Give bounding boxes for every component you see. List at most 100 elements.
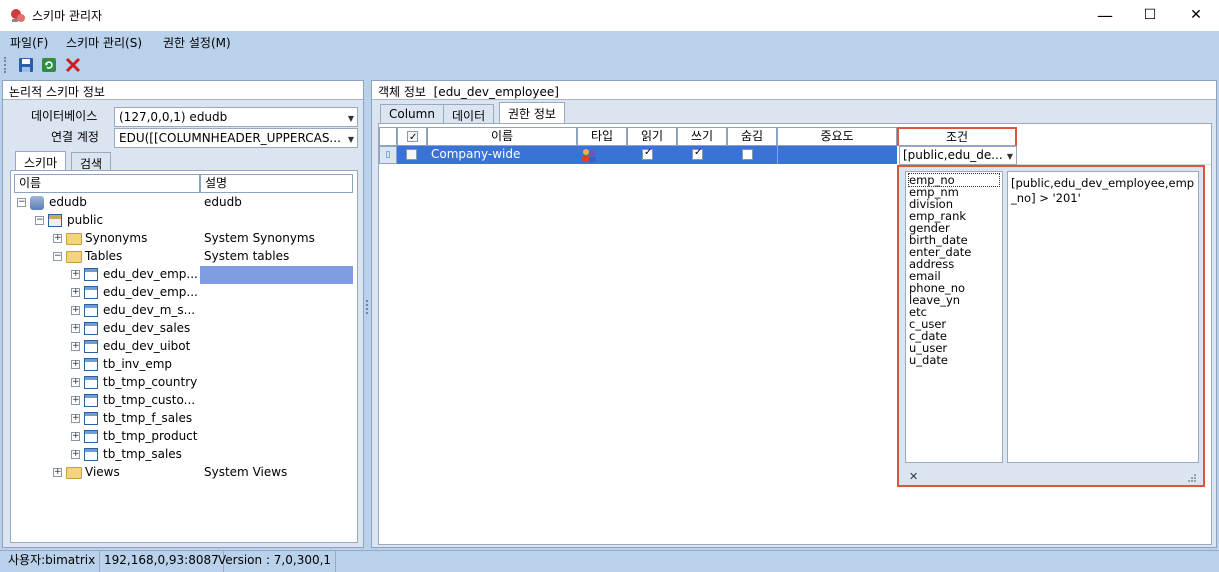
write-checkbox[interactable] — [692, 147, 703, 160]
expand-icon[interactable]: + — [71, 414, 80, 423]
table-icon — [84, 430, 98, 443]
tree-item[interactable]: + tb_tmp_f_sales — [11, 409, 353, 427]
database-select[interactable]: (127,0,0,1) edudb ▼ — [114, 107, 358, 127]
menu-permission[interactable]: 권한 설정(M) — [163, 34, 231, 51]
table-icon — [84, 268, 98, 281]
collapse-icon[interactable]: − — [53, 252, 62, 261]
tab-data[interactable]: 데이터 — [443, 104, 495, 124]
collapse-icon[interactable]: − — [17, 198, 26, 207]
expand-icon[interactable]: + — [71, 396, 80, 405]
header-type[interactable]: 타입 — [577, 127, 627, 146]
toolbar-grip[interactable] — [4, 57, 7, 73]
save-icon[interactable] — [16, 55, 36, 75]
table-icon — [84, 376, 98, 389]
expand-icon[interactable]: + — [71, 360, 80, 369]
row-indicator-icon: ▯ — [379, 146, 397, 164]
tab-schema[interactable]: 스키마 — [15, 151, 67, 171]
read-checkbox[interactable] — [642, 147, 653, 160]
select-all-checkbox[interactable] — [407, 129, 418, 146]
table-icon — [84, 340, 98, 353]
minimize-button[interactable]: — — [1082, 0, 1128, 31]
object-info-value: [edu_dev_employee] — [433, 85, 559, 99]
header-write[interactable]: 쓰기 — [677, 127, 727, 146]
tree-item-name: tb_tmp_sales — [103, 447, 182, 461]
tree-item[interactable]: + tb_tmp_country — [11, 373, 353, 391]
tree-item-desc: edudb — [204, 195, 242, 209]
close-button[interactable]: ✕ — [1173, 0, 1219, 31]
tree-item[interactable]: + edu_dev_emp... — [11, 265, 353, 283]
tree-item-name: edu_dev_emp... — [103, 267, 198, 281]
tree-item[interactable]: − public — [11, 211, 353, 229]
expand-icon[interactable]: + — [71, 306, 80, 315]
logical-schema-panel: 논리적 스키마 정보 데이터베이스 (127,0,0,1) edudb ▼ 연결… — [2, 80, 364, 548]
refresh-icon[interactable] — [39, 55, 59, 75]
tree-item[interactable]: + edu_dev_sales — [11, 319, 353, 337]
folder-icon — [66, 233, 82, 245]
app-icon — [11, 9, 25, 22]
tree-item[interactable]: + edu_dev_m_s... — [11, 301, 353, 319]
header-name[interactable]: 이름 — [427, 127, 577, 146]
expand-icon[interactable]: + — [53, 468, 62, 477]
tree-item[interactable]: + edu_dev_emp... — [11, 283, 353, 301]
condition-expression-editor[interactable]: [public,edu_dev_employee,emp_no] > '201' — [1007, 171, 1199, 463]
menu-schema-manage[interactable]: 스키마 관리(S) — [66, 34, 142, 51]
expand-icon[interactable]: + — [71, 324, 80, 333]
row-name: Company-wide — [431, 147, 521, 161]
tree-item[interactable]: + tb_tmp_product — [11, 427, 353, 445]
tree-item-name: tb_tmp_custo... — [103, 393, 196, 407]
grid-row-selected[interactable]: Company-wide — [397, 146, 897, 164]
header-hide[interactable]: 숨김 — [727, 127, 777, 146]
expand-icon[interactable]: + — [71, 432, 80, 441]
menu-file[interactable]: 파일(F) — [10, 34, 48, 51]
tree-item-name: edudb — [49, 195, 87, 209]
collapse-icon[interactable]: − — [35, 216, 44, 225]
expand-icon[interactable]: + — [71, 270, 80, 279]
expand-icon[interactable]: + — [71, 450, 80, 459]
tree-item[interactable]: + tb_inv_emp — [11, 355, 353, 373]
tree-item[interactable]: + tb_tmp_sales — [11, 445, 353, 463]
schema-tree: 이름 설명 − edudb edudb − public + Synonyms System … — [10, 170, 358, 543]
tab-column[interactable]: Column — [380, 104, 444, 124]
close-icon[interactable]: ✕ — [909, 470, 918, 483]
tree-item[interactable]: − Tables System tables — [11, 247, 353, 265]
folder-open-icon — [66, 251, 82, 263]
account-select[interactable]: EDU([[COLUMNHEADER_UPPERCAS... ▼ — [114, 128, 358, 148]
expand-icon[interactable]: + — [53, 234, 62, 243]
header-condition[interactable]: 조건 — [897, 127, 1017, 146]
column-list-item[interactable]: u_date — [909, 354, 999, 366]
tree-item[interactable]: + edu_dev_uibot — [11, 337, 353, 355]
tree-header-name[interactable]: 이름 — [14, 174, 200, 193]
tree-item[interactable]: − edudb edudb — [11, 193, 353, 211]
tab-search[interactable]: 검색 — [71, 152, 112, 172]
header-select-all[interactable] — [397, 127, 427, 146]
column-list[interactable]: emp_no emp_nm division emp_rank gender birth_… — [905, 171, 1003, 463]
condition-select[interactable]: [public,edu_de... ▼ — [899, 146, 1017, 165]
tree-item-name: tb_tmp_country — [103, 375, 198, 389]
tree-item-name: public — [67, 213, 104, 227]
resize-grip-icon[interactable] — [1187, 473, 1197, 483]
object-info-label: 객체 정보 — [378, 85, 426, 99]
row-select-checkbox[interactable] — [406, 149, 417, 160]
delete-icon[interactable] — [63, 55, 83, 75]
expand-icon[interactable]: + — [71, 288, 80, 297]
maximize-button[interactable]: ☐ — [1127, 0, 1173, 31]
folder-icon — [66, 467, 82, 479]
tree-item-name: tb_tmp_product — [103, 429, 198, 443]
header-importance[interactable]: 중요도 — [777, 127, 897, 146]
tab-permission[interactable]: 권한 정보 — [499, 102, 565, 124]
tree-header-desc[interactable]: 설명 — [200, 174, 353, 193]
splitter-grip[interactable] — [366, 300, 369, 314]
expand-icon[interactable]: + — [71, 342, 80, 351]
expand-icon[interactable]: + — [71, 378, 80, 387]
table-icon — [84, 412, 98, 425]
tree-item[interactable]: + tb_tmp_custo... — [11, 391, 353, 409]
tree-item[interactable]: + Synonyms System Synonyms — [11, 229, 353, 247]
table-icon — [84, 286, 98, 299]
tree-item-name: edu_dev_m_s... — [103, 303, 196, 317]
chevron-down-icon: ▼ — [347, 135, 354, 144]
hide-checkbox[interactable] — [742, 149, 753, 160]
account-value: EDU([[COLUMNHEADER_UPPERCAS... — [119, 131, 341, 145]
header-read[interactable]: 읽기 — [627, 127, 677, 146]
tree-item[interactable]: + Views System Views — [11, 463, 353, 481]
toolbar — [0, 52, 1219, 78]
